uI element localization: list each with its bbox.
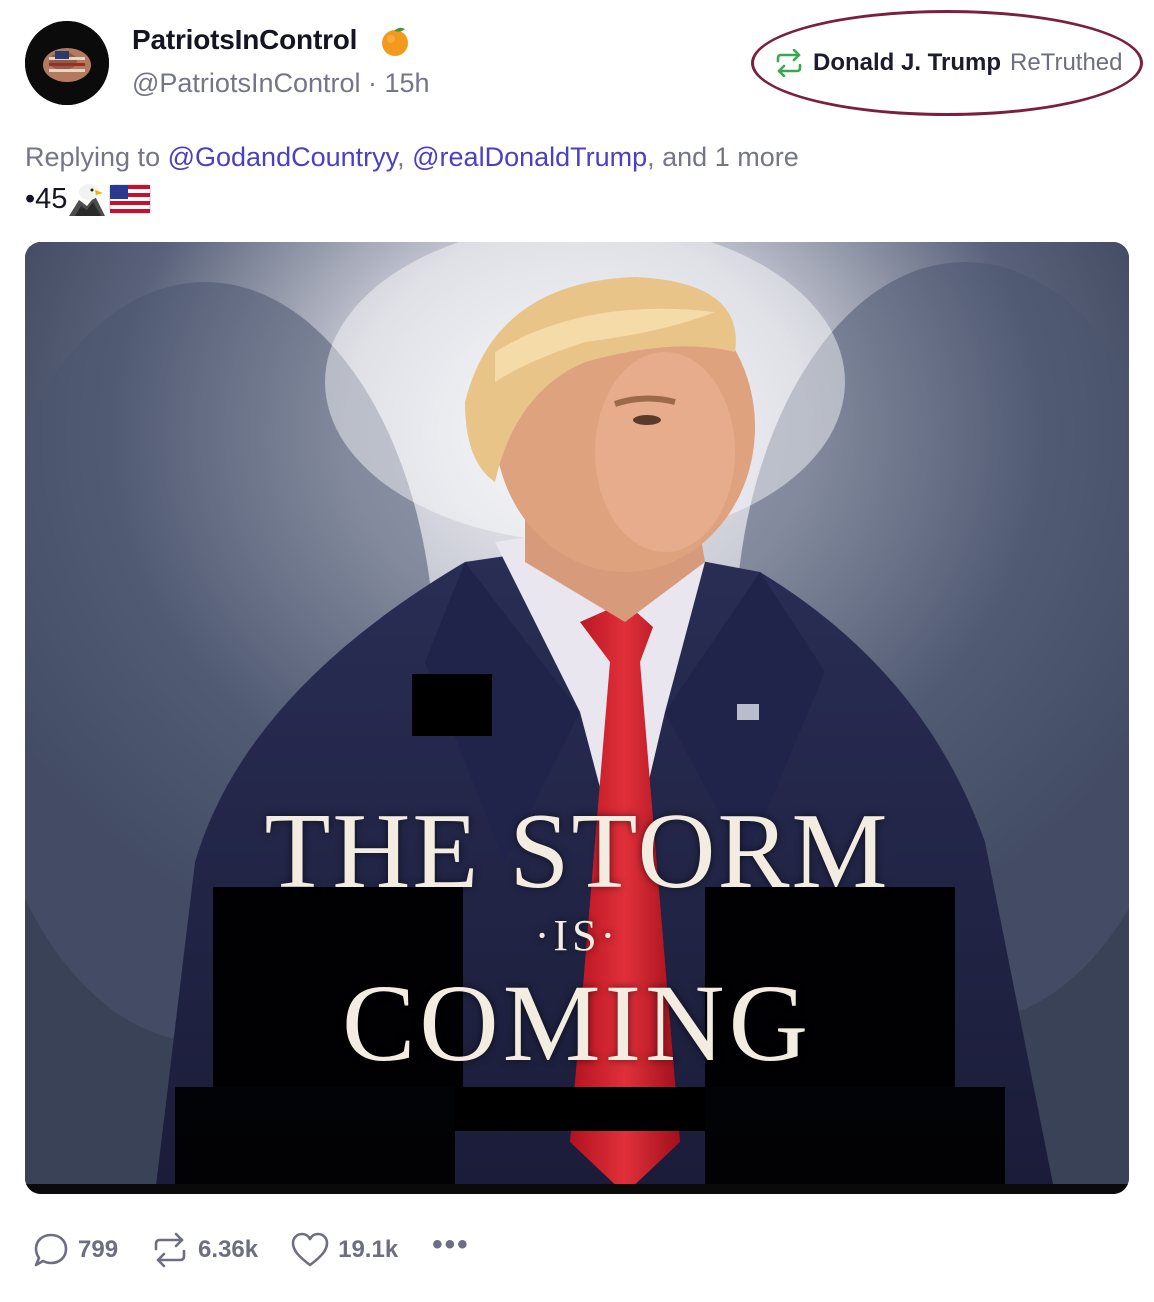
retruth-button[interactable]: 6.36k <box>150 1231 258 1269</box>
post-text-content: •45 <box>25 182 68 215</box>
author-display-name[interactable]: PatriotsInControl <box>132 24 357 56</box>
retruther-name[interactable]: Donald J. Trump <box>813 49 1001 77</box>
retruthed-label: ReTruthed <box>1010 49 1123 76</box>
truth-post: PatriotsInControl @PatriotsInControl · 1… <box>0 0 1154 1302</box>
replying-to-line: Replying to @GodandCountryy, @realDonald… <box>25 142 799 173</box>
heart-icon <box>291 1232 329 1267</box>
image-caption-line-3: COMING <box>341 962 813 1084</box>
retruth-count: 6.36k <box>198 1236 259 1263</box>
like-count: 19.1k <box>338 1236 399 1263</box>
reply-bubble-icon <box>34 1233 68 1267</box>
action-bar: 799 6.36k 19.1k ••• <box>32 1228 502 1272</box>
eagle-emoji-icon <box>69 182 106 216</box>
more-options-icon: ••• <box>432 1228 470 1261</box>
like-button[interactable]: 19.1k <box>290 1231 398 1269</box>
image-caption-line-2: ·IS· <box>534 911 620 960</box>
avatar[interactable] <box>25 21 109 105</box>
mention-godandcountryy[interactable]: @GodandCountryy <box>168 142 398 172</box>
reply-separator: , <box>397 142 413 172</box>
us-flag-emoji-icon <box>109 183 151 215</box>
image-caption-line-1: THE STORM <box>264 792 890 911</box>
author-handle-timestamp[interactable]: @PatriotsInControl · 15h <box>132 68 430 99</box>
retruth-icon <box>774 48 804 78</box>
mention-realdonaldtrump[interactable]: @realDonaldTrump <box>412 142 647 172</box>
post-image[interactable]: THE STORM ·IS· COMING <box>25 242 1129 1194</box>
replying-prefix: Replying to <box>25 142 168 172</box>
orange-fruit-icon <box>378 24 412 58</box>
retruth-action-icon <box>154 1232 186 1268</box>
post-text: •45 <box>25 182 151 216</box>
reply-count: 799 <box>78 1236 119 1263</box>
reply-button[interactable]: 799 <box>32 1231 118 1269</box>
more-options-button[interactable]: ••• <box>430 1228 470 1262</box>
reply-more-link[interactable]: , and 1 more <box>647 142 799 172</box>
